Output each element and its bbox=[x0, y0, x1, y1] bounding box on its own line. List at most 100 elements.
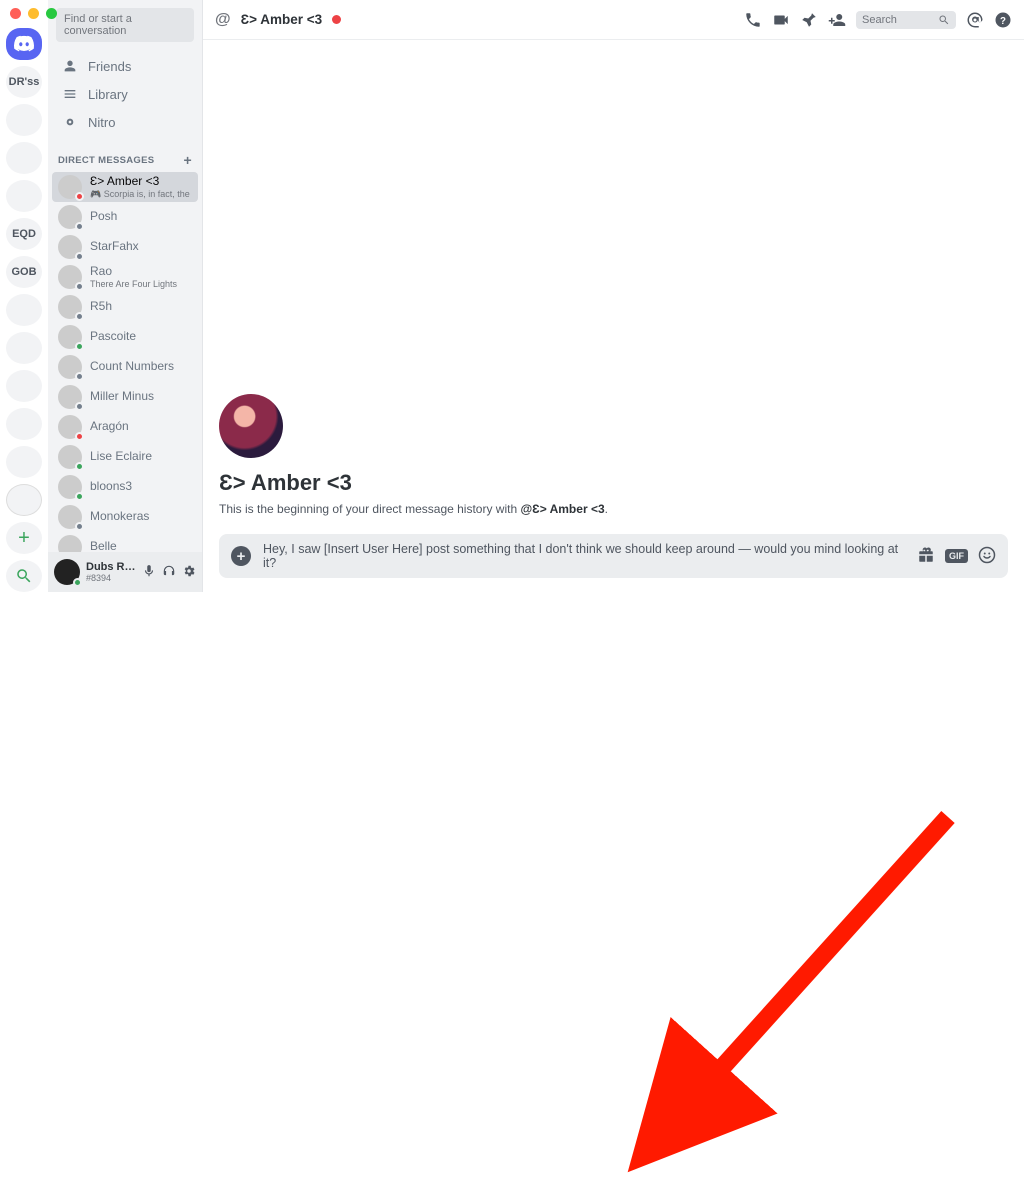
svg-text:?: ? bbox=[1000, 15, 1006, 26]
dm-avatar bbox=[58, 205, 82, 229]
server-item[interactable] bbox=[6, 484, 42, 516]
sidebar-item-nitro[interactable]: Nitro bbox=[54, 108, 196, 136]
server-item[interactable] bbox=[6, 104, 42, 136]
sidebar-item-friends[interactable]: Friends bbox=[54, 52, 196, 80]
dm-item[interactable]: Belle bbox=[52, 532, 198, 552]
server-item[interactable] bbox=[6, 142, 42, 174]
user-panel: Dubs Rewat... #8394 bbox=[48, 552, 202, 592]
dm-item[interactable]: StarFahx bbox=[52, 232, 198, 262]
dm-name: bloons3 bbox=[90, 480, 132, 494]
dm-name: StarFahx bbox=[90, 240, 139, 254]
start-video-call-button[interactable] bbox=[772, 11, 790, 29]
sidebar-item-library[interactable]: Library bbox=[54, 80, 196, 108]
mentions-button[interactable] bbox=[966, 11, 984, 29]
recipient-avatar bbox=[219, 394, 283, 458]
attach-file-button[interactable]: + bbox=[231, 546, 251, 566]
dm-welcome: Ɛ> Amber <3 This is the beginning of you… bbox=[219, 394, 1008, 526]
server-item[interactable] bbox=[6, 408, 42, 440]
dm-name: Belle bbox=[90, 540, 117, 552]
dm-item[interactable]: Pascoite bbox=[52, 322, 198, 352]
pinned-messages-button[interactable] bbox=[800, 11, 818, 29]
find-conversation-input[interactable]: Find or start a conversation bbox=[56, 8, 194, 42]
annotation-arrow bbox=[0, 592, 1024, 1184]
self-info: Dubs Rewat... #8394 bbox=[86, 561, 136, 583]
dm-item[interactable]: bloons3 bbox=[52, 472, 198, 502]
dm-sidebar: Find or start a conversation Friends Lib… bbox=[48, 0, 203, 592]
dm-activity: There Are Four Lights bbox=[90, 279, 177, 289]
sidebar-nav: Friends Library Nitro bbox=[48, 46, 202, 142]
maximize-window-button[interactable] bbox=[46, 8, 57, 19]
server-item[interactable]: GOB bbox=[6, 256, 42, 288]
dm-name: Lise Eclaire bbox=[90, 450, 152, 464]
window-controls bbox=[10, 8, 57, 19]
message-input[interactable]: Hey, I saw [Insert User Here] post somet… bbox=[263, 542, 905, 570]
gif-picker-button[interactable]: GIF bbox=[945, 549, 968, 563]
minimize-window-button[interactable] bbox=[28, 8, 39, 19]
friends-label: Friends bbox=[88, 59, 131, 74]
server-item[interactable] bbox=[6, 294, 42, 326]
dm-avatar bbox=[58, 295, 82, 319]
dm-name: Ɛ> Amber <3 bbox=[90, 175, 192, 189]
library-label: Library bbox=[88, 87, 128, 102]
dm-avatar bbox=[58, 385, 82, 409]
add-server-button[interactable]: + bbox=[6, 522, 42, 554]
start-voice-call-button[interactable] bbox=[744, 11, 762, 29]
deafen-button[interactable] bbox=[162, 564, 176, 581]
server-item[interactable]: DR'ss bbox=[6, 66, 42, 98]
dm-item[interactable]: Aragón bbox=[52, 412, 198, 442]
server-item[interactable] bbox=[6, 370, 42, 402]
channel-title: Ɛ> Amber <3 bbox=[241, 12, 323, 27]
server-item[interactable] bbox=[6, 446, 42, 478]
dm-item[interactable]: RaoThere Are Four Lights bbox=[52, 262, 198, 292]
recipient-name-heading: Ɛ> Amber <3 bbox=[219, 470, 1008, 496]
message-area: Ɛ> Amber <3 This is the beginning of you… bbox=[203, 40, 1024, 592]
dm-list: Ɛ> Amber <3🎮 Scorpia is, in fact, the be… bbox=[48, 172, 202, 552]
dm-item[interactable]: Miller Minus bbox=[52, 382, 198, 412]
self-discriminator: #8394 bbox=[86, 573, 136, 583]
self-avatar[interactable] bbox=[54, 559, 80, 585]
server-item[interactable] bbox=[6, 28, 42, 60]
search-input[interactable]: Search bbox=[856, 11, 956, 29]
dm-welcome-text: This is the beginning of your direct mes… bbox=[219, 502, 1008, 516]
server-item[interactable] bbox=[6, 332, 42, 364]
dm-avatar bbox=[58, 265, 82, 289]
dm-item[interactable]: Monokeras bbox=[52, 502, 198, 532]
dm-name: Pascoite bbox=[90, 330, 136, 344]
dm-item[interactable]: Ɛ> Amber <3🎮 Scorpia is, in fact, the be… bbox=[52, 172, 198, 202]
friends-icon bbox=[62, 58, 78, 74]
explore-servers-button[interactable] bbox=[6, 560, 42, 592]
main-area: @ Ɛ> Amber <3 Search ? Ɛ> Amber <3 This … bbox=[203, 0, 1024, 592]
dm-item[interactable]: R5h bbox=[52, 292, 198, 322]
dm-list-header: DIRECT MESSAGES + bbox=[48, 142, 202, 172]
dm-avatar bbox=[58, 505, 82, 529]
library-icon bbox=[62, 86, 78, 102]
search-icon bbox=[938, 14, 950, 26]
user-settings-button[interactable] bbox=[182, 564, 196, 581]
server-item[interactable]: EQD bbox=[6, 218, 42, 250]
message-composer: + Hey, I saw [Insert User Here] post som… bbox=[219, 534, 1008, 578]
server-rail: DR'ss EQD GOB + bbox=[0, 0, 48, 592]
dm-avatar bbox=[58, 325, 82, 349]
nitro-icon bbox=[62, 114, 78, 130]
dm-name: Count Numbers bbox=[90, 360, 174, 374]
gift-button[interactable] bbox=[917, 546, 935, 567]
dm-name: Monokeras bbox=[90, 510, 149, 524]
server-item[interactable] bbox=[6, 180, 42, 212]
dm-avatar bbox=[58, 235, 82, 259]
dm-header-label: DIRECT MESSAGES bbox=[58, 155, 154, 166]
new-dm-button[interactable]: + bbox=[184, 152, 192, 168]
emoji-picker-button[interactable] bbox=[978, 546, 996, 567]
add-friends-to-dm-button[interactable] bbox=[828, 11, 846, 29]
close-window-button[interactable] bbox=[10, 8, 21, 19]
dm-item[interactable]: Count Numbers bbox=[52, 352, 198, 382]
dm-avatar bbox=[58, 445, 82, 469]
at-icon: @ bbox=[215, 11, 231, 29]
dm-avatar bbox=[58, 175, 82, 199]
dm-avatar bbox=[58, 355, 82, 379]
dm-name: Rao bbox=[90, 265, 177, 279]
dm-item[interactable]: Posh bbox=[52, 202, 198, 232]
mute-mic-button[interactable] bbox=[142, 564, 156, 581]
help-button[interactable]: ? bbox=[994, 11, 1012, 29]
dm-name: R5h bbox=[90, 300, 112, 314]
dm-item[interactable]: Lise Eclaire bbox=[52, 442, 198, 472]
